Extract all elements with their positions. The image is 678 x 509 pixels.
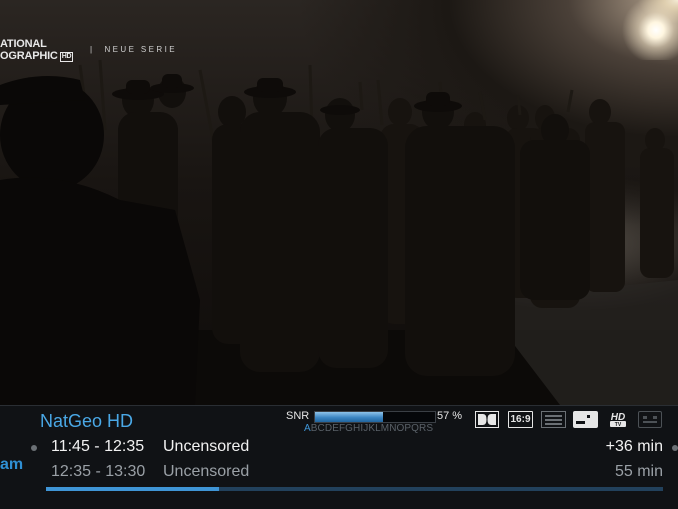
ci-module-icon	[638, 411, 662, 428]
teletext-icon	[541, 411, 566, 428]
scroll-right-indicator[interactable]	[672, 445, 678, 451]
hdtv-icon: HD TV	[606, 411, 630, 428]
channel-logo: ATIONAL OGRAPHIC HD	[0, 38, 74, 62]
logo-line-2: OGRAPHIC HD	[0, 50, 74, 62]
signal-scale-current: A	[304, 423, 311, 434]
next-program-title: Uncensored	[163, 463, 250, 480]
dolby-digital-icon	[475, 411, 499, 428]
logo-line-2-text: OGRAPHIC	[0, 50, 58, 62]
signal-scale-rest: BCDEFGHIJKLMNOPQRS	[310, 423, 434, 434]
current-program-time: 11:45 - 12:35	[51, 438, 145, 455]
snr-value: 57 %	[437, 410, 463, 422]
channel-name: NatGeo HD	[40, 411, 134, 431]
scroll-left-indicator[interactable]	[31, 445, 37, 451]
signal-scale-letters: ABCDEFGHIJKLMNOPQRS	[304, 423, 433, 434]
snr-label: SNR	[286, 410, 310, 422]
current-program-title: Uncensored	[163, 438, 250, 455]
next-program-time: 12:35 - 13:30	[51, 463, 146, 480]
promo-separator: |	[90, 45, 95, 54]
tv-screen: ATIONAL OGRAPHIC HD | NEUE SERIE am NatGeo…	[0, 0, 678, 509]
snr-meter-fill	[315, 412, 384, 422]
subtitle-icon	[573, 411, 598, 428]
channel-info-bar: am NatGeo HD SNR 57 % ABCDEFGHIJKLMNOPQR…	[0, 405, 678, 509]
previous-channel-name-fragment[interactable]: am	[0, 456, 23, 474]
promo-caption: | NEUE SERIE	[90, 45, 177, 54]
logo-hd-badge: HD	[59, 52, 74, 62]
current-program-remaining: +36 min	[605, 438, 663, 455]
logo-line-1: ATIONAL	[0, 38, 47, 50]
crowd-silhouettes	[0, 59, 678, 405]
aspect-ratio-icon: 16:9	[508, 411, 533, 428]
snr-meter	[314, 411, 436, 423]
next-program-duration: 55 min	[614, 463, 663, 480]
hdtv-icon-bottom: TV	[615, 422, 622, 428]
promo-text: NEUE SERIE	[104, 45, 177, 54]
program-progress-fill	[46, 487, 219, 491]
program-progress-bar	[46, 487, 663, 491]
video-frame: ATIONAL OGRAPHIC HD | NEUE SERIE	[0, 0, 678, 405]
